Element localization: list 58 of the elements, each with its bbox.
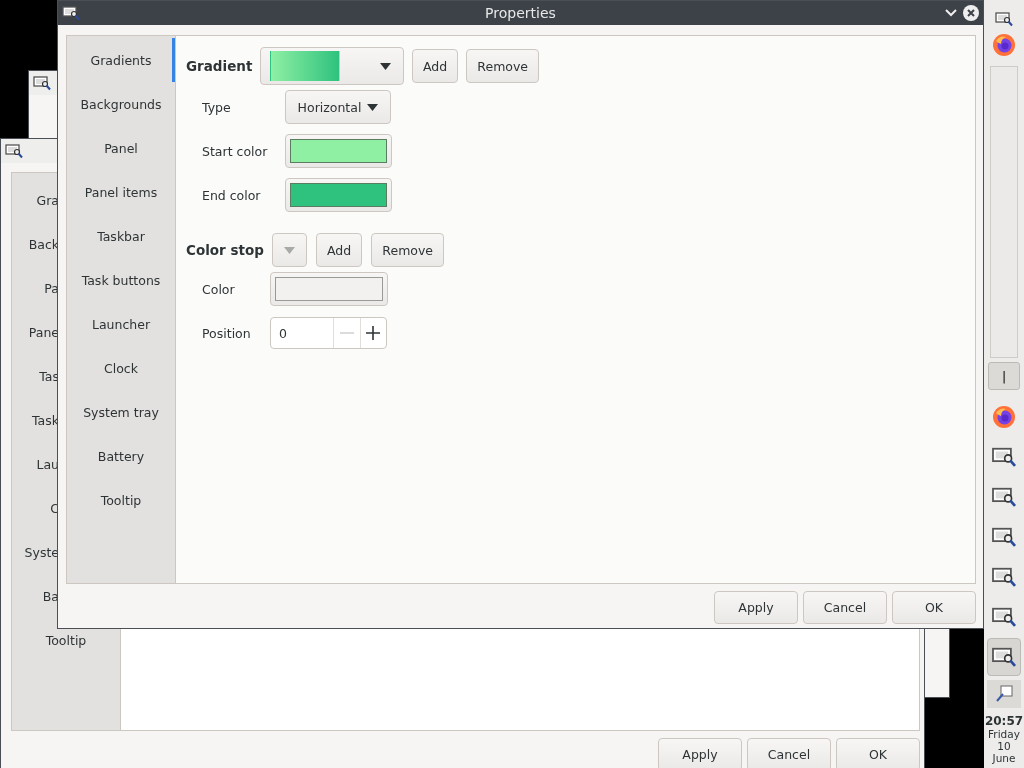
sidebar-item[interactable]: Syste xyxy=(24,544,59,560)
field-label: Position xyxy=(202,325,252,341)
sidebar-item[interactable]: Launcher xyxy=(67,302,175,346)
app-icon xyxy=(991,646,1017,668)
browser-icon xyxy=(992,405,1016,429)
gradient-preview xyxy=(270,51,340,81)
sidebar-item[interactable]: Task buttons xyxy=(67,258,175,302)
sidebar-item[interactable]: Backgrounds xyxy=(67,82,175,126)
launcher-button[interactable] xyxy=(992,32,1016,58)
sidebar-item[interactable]: Panel xyxy=(67,126,175,170)
field-label: Start color xyxy=(202,143,269,159)
window-icon xyxy=(62,5,80,21)
window-title: Properties xyxy=(485,5,556,21)
clock-day: Friday xyxy=(988,728,1020,740)
dialog-button[interactable]: Cancel xyxy=(747,738,831,768)
app-icon xyxy=(991,526,1017,548)
app-icon xyxy=(991,606,1017,628)
close-icon[interactable] xyxy=(963,5,979,21)
caret-icon xyxy=(284,246,295,254)
dialog-button[interactable]: Cancel xyxy=(803,591,887,624)
type-dropdown[interactable]: Horizontal xyxy=(285,90,391,124)
browser-icon xyxy=(992,33,1016,57)
sidebar-item[interactable]: Back xyxy=(28,236,59,252)
caret-icon xyxy=(367,103,379,111)
field-label: Color xyxy=(202,281,236,297)
sidebar-item[interactable]: Taskbar xyxy=(67,214,175,258)
dialog-button[interactable]: Apply xyxy=(658,738,742,768)
clock-time: 20:57 xyxy=(984,714,1024,728)
remove-button[interactable]: Remove xyxy=(466,49,540,83)
dialog-button[interactable]: OK xyxy=(892,591,976,624)
task-button[interactable] xyxy=(987,638,1021,676)
app-icon xyxy=(995,11,1013,27)
clock-month: June xyxy=(992,752,1016,764)
show-desktop-button[interactable]: | xyxy=(988,362,1020,390)
plus-icon xyxy=(366,326,381,340)
app-icon xyxy=(991,486,1017,508)
sidebar-item[interactable]: Clock xyxy=(67,346,175,390)
minimize-icon[interactable] xyxy=(945,9,957,17)
sidebar-item[interactable]: Tooltip xyxy=(45,632,87,648)
window-icon xyxy=(5,143,23,159)
dialog-button[interactable]: Apply xyxy=(714,591,798,624)
app-icon xyxy=(991,566,1017,588)
clock-date: 10 xyxy=(997,740,1011,752)
section-label: Color stop xyxy=(186,242,263,258)
section-label: Gradient xyxy=(186,58,252,74)
sidebar-item[interactable]: Tooltip xyxy=(67,478,175,522)
sidebar-item[interactable]: Gradients xyxy=(67,38,175,82)
window-icon xyxy=(33,75,51,91)
magnifier-icon xyxy=(995,685,1013,703)
field-label: End color xyxy=(202,187,262,203)
sidebar-item[interactable]: Task xyxy=(32,412,59,428)
app-icon xyxy=(991,446,1017,468)
dialog-button[interactable]: OK xyxy=(836,738,920,768)
sidebar-item[interactable]: Panel items xyxy=(67,170,175,214)
sidebar-item[interactable]: Battery xyxy=(67,434,175,478)
sidebar-item[interactable]: System tray xyxy=(67,390,175,434)
field-label: Type xyxy=(202,99,232,115)
add-button[interactable]: Add xyxy=(412,49,459,83)
